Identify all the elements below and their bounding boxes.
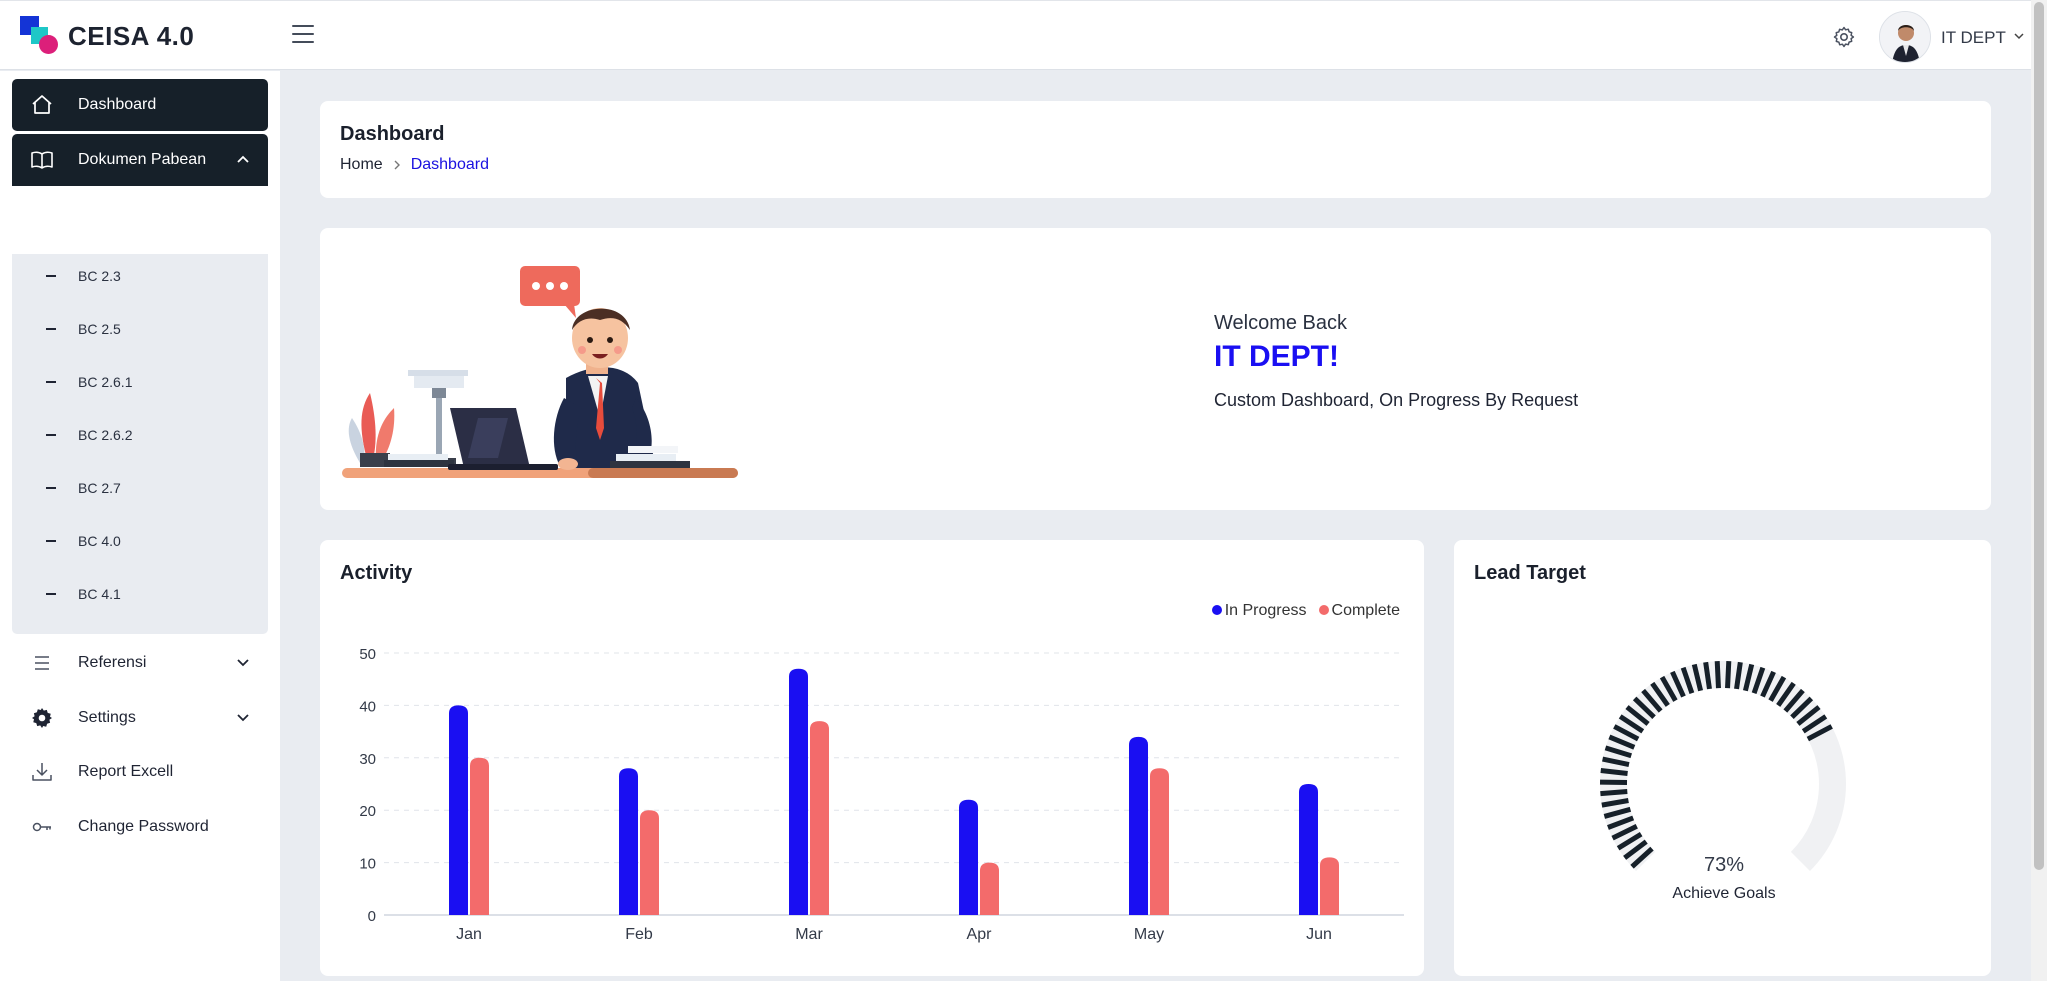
y-tick-label: 40 bbox=[359, 698, 376, 715]
y-tick-label: 0 bbox=[368, 908, 376, 925]
gauge-tick bbox=[1725, 661, 1732, 689]
sidebar-item-label: Report Excell bbox=[78, 763, 174, 780]
bar-in-progress-feb[interactable] bbox=[619, 768, 638, 915]
bar-complete-apr[interactable] bbox=[980, 862, 999, 915]
bar-in-progress-apr[interactable] bbox=[959, 799, 978, 915]
key-icon bbox=[32, 822, 51, 832]
y-tick-label: 20 bbox=[359, 803, 376, 820]
bar-in-progress-jan[interactable] bbox=[449, 705, 468, 915]
lead-target-card: Lead Target 73% Achieve Goals bbox=[1454, 540, 1991, 976]
top-header: CEISA 4.0 IT DEPT bbox=[0, 0, 2047, 70]
gauge-tick bbox=[1600, 768, 1628, 776]
book-icon bbox=[31, 151, 53, 169]
activity-card: Activity In Progress Complete 0 10 20 30 40 5… bbox=[320, 540, 1424, 976]
dokumen-pabean-submenu: BC 2.3 BC 2.5 BC 2.6.1 BC 2.6.2 BC 2.7 B… bbox=[12, 254, 268, 634]
welcome-user-name: IT DEPT! bbox=[1214, 340, 1339, 373]
sidebar-item-report-excell[interactable]: Report Excell bbox=[12, 746, 268, 798]
breadcrumb-current: Dashboard bbox=[410, 156, 489, 173]
submenu-item-bc-2-6-2[interactable]: BC 2.6.2 bbox=[12, 415, 268, 455]
bar-complete-jan[interactable] bbox=[470, 757, 489, 915]
gear-icon[interactable] bbox=[1832, 25, 1856, 49]
sidebar-item-label: Referensi bbox=[78, 654, 147, 671]
x-tick-label: Jan bbox=[456, 926, 482, 943]
bar-in-progress-mar[interactable] bbox=[789, 668, 808, 915]
sidebar-item-referensi[interactable]: Referensi bbox=[12, 637, 268, 689]
submenu-item-bc-2-5[interactable]: BC 2.5 bbox=[12, 309, 268, 349]
home-icon bbox=[32, 95, 52, 114]
chevron-down-icon bbox=[237, 659, 249, 667]
sidebar: Dashboard Dokumen Pabean BC 2.3 BC 2.5 B… bbox=[0, 71, 280, 981]
submenu-item-bc-4-1[interactable]: BC 4.1 bbox=[12, 574, 268, 614]
gauge-track bbox=[1600, 661, 1846, 871]
submenu-item-bc-2-7[interactable]: BC 2.7 bbox=[12, 468, 268, 508]
submenu-item-bc-2-3[interactable]: BC 2.3 bbox=[12, 256, 268, 296]
office-worker-illustration bbox=[342, 266, 738, 478]
user-name[interactable]: IT DEPT bbox=[1941, 28, 2006, 48]
hamburger-menu-icon[interactable] bbox=[292, 25, 314, 47]
sidebar-item-label: Settings bbox=[78, 709, 136, 726]
ceisa-logo-icon bbox=[20, 16, 60, 56]
breadcrumb-home-link[interactable]: Home bbox=[340, 156, 383, 174]
x-tick-label: Jun bbox=[1306, 926, 1332, 943]
list-icon bbox=[35, 656, 49, 670]
sidebar-item-label: Change Password bbox=[78, 818, 209, 835]
y-tick-label: 10 bbox=[359, 856, 376, 873]
bar-complete-feb[interactable] bbox=[640, 810, 659, 915]
bar-in-progress-jun[interactable] bbox=[1299, 784, 1318, 915]
gauge-label: Achieve Goals bbox=[1672, 885, 1776, 902]
user-avatar[interactable] bbox=[1879, 11, 1931, 63]
bar-complete-mar[interactable] bbox=[810, 721, 829, 915]
y-tick-label: 50 bbox=[359, 646, 376, 663]
sidebar-item-change-password[interactable]: Change Password bbox=[12, 801, 268, 853]
gauge-tick bbox=[1600, 789, 1628, 797]
brand-name: CEISA 4.0 bbox=[68, 21, 195, 51]
x-tick-label: Mar bbox=[795, 926, 823, 943]
submenu-item-bc-4-0[interactable]: BC 4.0 bbox=[12, 521, 268, 561]
bar-in-progress-may[interactable] bbox=[1129, 736, 1148, 915]
x-tick-label: Feb bbox=[625, 926, 653, 943]
welcome-description: Custom Dashboard, On Progress By Request bbox=[1214, 390, 1579, 410]
bar-complete-jun[interactable] bbox=[1320, 857, 1339, 915]
chevron-up-icon bbox=[237, 155, 249, 163]
download-icon bbox=[32, 763, 52, 781]
chevron-down-icon[interactable] bbox=[2013, 31, 2025, 41]
x-tick-label: May bbox=[1134, 926, 1164, 943]
submenu-item-bc-2-6-1[interactable]: BC 2.6.1 bbox=[12, 362, 268, 402]
sidebar-item-label: Dashboard bbox=[78, 96, 157, 113]
welcome-card: Welcome Back IT DEPT! Custom Dashboard, … bbox=[320, 228, 1991, 510]
gauge-tick bbox=[1714, 661, 1721, 689]
y-tick-label: 30 bbox=[359, 751, 376, 768]
gear-icon bbox=[32, 708, 52, 728]
page-header-card: Dashboard Home Dashboard bbox=[320, 101, 1991, 198]
sidebar-item-dokumen-pabean[interactable]: Dokumen Pabean bbox=[12, 134, 268, 186]
sidebar-item-dashboard[interactable]: Dashboard bbox=[12, 79, 268, 131]
page-title: Dashboard bbox=[340, 123, 445, 145]
page-scrollbar-thumb[interactable] bbox=[2034, 2, 2044, 870]
chevron-right-icon bbox=[394, 160, 400, 170]
sidebar-item-settings[interactable]: Settings bbox=[12, 692, 268, 744]
activity-bar-chart: 0 10 20 30 40 50 Jan Feb Mar Apr May Jun bbox=[359, 646, 1404, 943]
sidebar-item-label: Dokumen Pabean bbox=[78, 151, 207, 168]
x-tick-label: Apr bbox=[967, 926, 993, 943]
bar-complete-may[interactable] bbox=[1150, 768, 1169, 915]
breadcrumb: Home Dashboard bbox=[340, 156, 489, 174]
gauge-value: 73% bbox=[1703, 854, 1745, 876]
chevron-down-icon bbox=[237, 714, 249, 722]
lead-target-gauge bbox=[1599, 661, 1846, 871]
welcome-greeting: Welcome Back bbox=[1214, 312, 1348, 334]
